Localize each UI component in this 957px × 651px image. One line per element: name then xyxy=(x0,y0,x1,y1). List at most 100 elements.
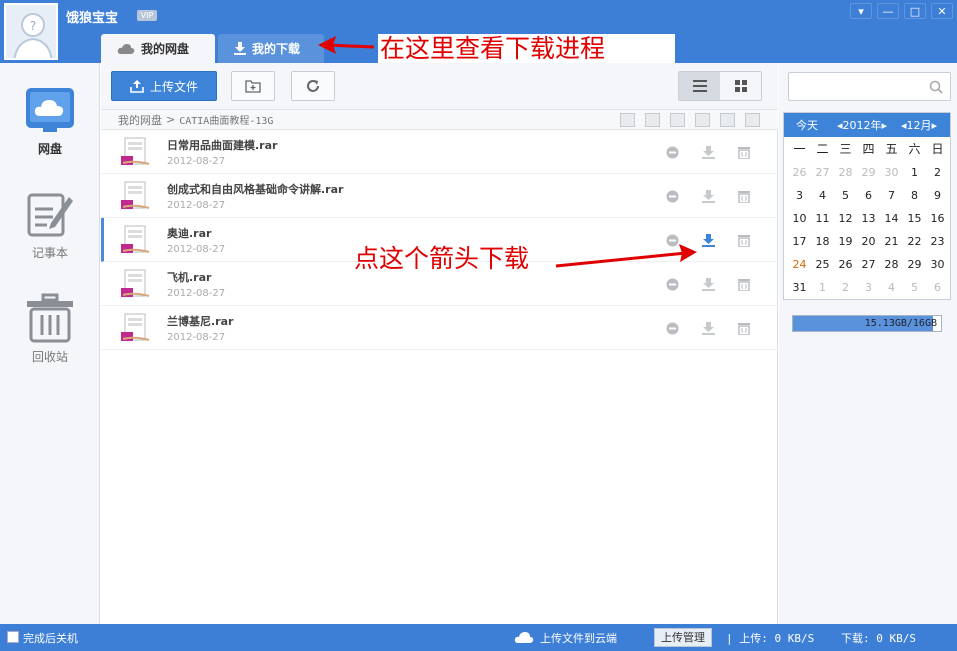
remove-button[interactable] xyxy=(664,276,680,292)
file-name[interactable]: 创成式和自由风格基础命令讲解.rar xyxy=(167,181,343,197)
upload-file-button[interactable]: 上传文件 xyxy=(111,71,217,101)
list-item[interactable]: 创成式和自由风格基础命令讲解.rar 2012-08-27 xyxy=(101,174,778,218)
calendar-day[interactable]: 25 xyxy=(811,253,834,276)
search-input[interactable] xyxy=(788,72,951,101)
upload-manager-button[interactable]: 上传管理 xyxy=(654,628,712,647)
calendar-day[interactable]: 21 xyxy=(880,230,903,253)
download-speed: 下载: 0 KB/S xyxy=(841,632,916,645)
delete-button[interactable] xyxy=(736,188,752,204)
calendar-day[interactable]: 16 xyxy=(926,207,949,230)
download-button[interactable] xyxy=(700,276,716,292)
storage-quota-bar: 15.13GB/16GB xyxy=(792,315,942,332)
breadcrumb-root[interactable]: 我的网盘 xyxy=(118,112,162,128)
document-filter-icon[interactable] xyxy=(620,113,635,127)
calendar-day[interactable]: 19 xyxy=(834,230,857,253)
calendar-day[interactable]: 1 xyxy=(811,276,834,299)
delete-button[interactable] xyxy=(736,276,752,292)
remove-button[interactable] xyxy=(664,188,680,204)
status-bar: 完成后关机 上传文件到云端 上传管理 | 上传: 0 KB/S 下载: 0 KB… xyxy=(0,624,957,651)
calendar-day[interactable]: 29 xyxy=(857,161,880,184)
minimize-icon[interactable]: — xyxy=(877,3,899,19)
calendar-day[interactable]: 29 xyxy=(903,253,926,276)
archive-filter-icon[interactable] xyxy=(720,113,735,127)
rar-file-icon xyxy=(121,181,150,209)
calendar-day[interactable]: 28 xyxy=(880,253,903,276)
grid-view-button[interactable] xyxy=(720,72,761,100)
calendar-day[interactable]: 17 xyxy=(788,230,811,253)
delete-button[interactable] xyxy=(736,144,752,160)
calendar-day[interactable]: 3 xyxy=(857,276,880,299)
download-button[interactable] xyxy=(700,232,716,248)
list-item[interactable]: 兰博基尼.rar 2012-08-27 xyxy=(101,306,778,350)
download-button[interactable] xyxy=(700,320,716,336)
list-view-button[interactable] xyxy=(679,72,720,100)
calendar-day[interactable]: 18 xyxy=(811,230,834,253)
calendar-day[interactable]: 1 xyxy=(903,161,926,184)
text-filter-icon[interactable] xyxy=(670,113,685,127)
delete-button[interactable] xyxy=(736,232,752,248)
download-button[interactable] xyxy=(700,188,716,204)
shutdown-checkbox[interactable] xyxy=(7,631,19,643)
calendar-day[interactable]: 5 xyxy=(903,276,926,299)
file-name[interactable]: 日常用品曲面建模.rar xyxy=(167,137,277,153)
sidebar-item-recycle-bin[interactable]: 回收站 xyxy=(0,293,100,365)
calendar-day[interactable]: 31 xyxy=(788,276,811,299)
list-item[interactable]: 日常用品曲面建模.rar 2012-08-27 xyxy=(101,130,778,174)
sidebar-item-notepad[interactable]: 记事本 xyxy=(0,189,100,261)
calendar-day[interactable]: 2 xyxy=(926,161,949,184)
calendar-day[interactable]: 11 xyxy=(811,207,834,230)
calendar-day[interactable]: 7 xyxy=(880,184,903,207)
calendar-day[interactable]: 5 xyxy=(834,184,857,207)
calendar-day[interactable]: 9 xyxy=(926,184,949,207)
calendar-day[interactable]: 30 xyxy=(926,253,949,276)
calendar-day[interactable]: 4 xyxy=(880,276,903,299)
calendar-day[interactable]: 30 xyxy=(880,161,903,184)
remove-button[interactable] xyxy=(664,320,680,336)
new-folder-button[interactable] xyxy=(231,71,275,101)
calendar-day[interactable]: 3 xyxy=(788,184,811,207)
calendar-day[interactable]: 26 xyxy=(788,161,811,184)
video-filter-icon[interactable] xyxy=(695,113,710,127)
calendar-day[interactable]: 2 xyxy=(834,276,857,299)
year-selector[interactable]: ◂2012年▸ xyxy=(830,117,894,133)
calendar-day[interactable]: 22 xyxy=(903,230,926,253)
calendar-day[interactable]: 15 xyxy=(903,207,926,230)
calendar-day[interactable]: 27 xyxy=(857,253,880,276)
calendar-day[interactable]: 28 xyxy=(834,161,857,184)
maximize-icon[interactable]: □ xyxy=(904,3,926,19)
refresh-button[interactable] xyxy=(291,71,335,101)
other-filter-icon[interactable] xyxy=(745,113,760,127)
delete-button[interactable] xyxy=(736,320,752,336)
calendar-day[interactable]: 24 xyxy=(788,253,811,276)
download-button[interactable] xyxy=(700,144,716,160)
calendar-day[interactable]: 26 xyxy=(834,253,857,276)
calendar-day[interactable]: 8 xyxy=(903,184,926,207)
upload-icon xyxy=(130,80,144,93)
file-name[interactable]: 兰博基尼.rar xyxy=(167,313,233,329)
calendar-day[interactable]: 12 xyxy=(834,207,857,230)
calendar-day[interactable]: 6 xyxy=(926,276,949,299)
avatar[interactable]: ? xyxy=(4,3,58,60)
menu-dropdown-icon[interactable]: ▾ xyxy=(850,3,872,19)
remove-button[interactable] xyxy=(664,232,680,248)
remove-button[interactable] xyxy=(664,144,680,160)
list-view-icon xyxy=(692,80,707,92)
trash-icon xyxy=(738,190,750,203)
sidebar-item-cloud-disk[interactable]: 网盘 xyxy=(0,85,100,157)
calendar-day[interactable]: 13 xyxy=(857,207,880,230)
calendar-day[interactable]: 6 xyxy=(857,184,880,207)
tab-my-downloads[interactable]: 我的下载 xyxy=(218,34,324,63)
today-button[interactable]: 今天 xyxy=(784,117,830,133)
calendar-day[interactable]: 27 xyxy=(811,161,834,184)
month-selector[interactable]: ◂12月▸ xyxy=(894,117,944,133)
close-icon[interactable]: ✕ xyxy=(931,3,953,19)
calendar-day[interactable]: 4 xyxy=(811,184,834,207)
tab-my-cloud-disk[interactable]: 我的网盘 xyxy=(101,34,215,63)
file-name[interactable]: 奥迪.rar xyxy=(167,225,211,241)
image-filter-icon[interactable] xyxy=(645,113,660,127)
calendar-day[interactable]: 20 xyxy=(857,230,880,253)
calendar-day[interactable]: 10 xyxy=(788,207,811,230)
file-name[interactable]: 飞机.rar xyxy=(167,269,211,285)
calendar-day[interactable]: 14 xyxy=(880,207,903,230)
calendar-day[interactable]: 23 xyxy=(926,230,949,253)
